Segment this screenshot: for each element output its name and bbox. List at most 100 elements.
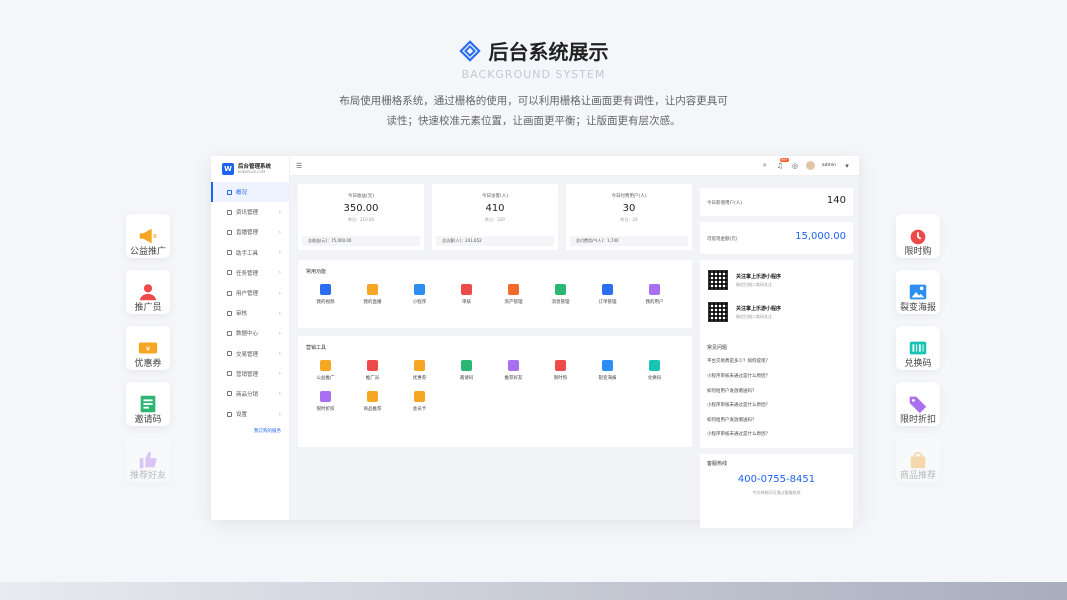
menu-toggle-icon[interactable]: ☰ (296, 162, 302, 170)
function-label: 小程序 (412, 300, 427, 305)
function-label: 我的视频 (316, 300, 335, 305)
faq-item[interactable]: 如何给用户发放赠送码？ (707, 388, 757, 394)
hero-title: 后台系统展示 (458, 36, 609, 65)
qr-title: 关注掌上乐游小程序 (736, 306, 782, 312)
sidebar-item[interactable]: 概况 (211, 182, 289, 203)
withdraw-value: 15,000.00 (795, 231, 846, 242)
faq-item[interactable]: 小程序审核未通过是什么原因？ (707, 373, 770, 379)
function-icon (649, 360, 660, 371)
brand: W 后台管理系统 KUKSPLUS.COM (211, 156, 289, 182)
sidebar-item-label: 设置 (236, 412, 248, 419)
function-icon (320, 391, 331, 402)
side-card-label: 兑换码 (904, 359, 932, 369)
sidebar-item-label: 助手工具 (236, 250, 259, 257)
faq-item[interactable]: 如何给用户发放赠送码？ (707, 417, 757, 423)
function-item[interactable]: 公益推广 (302, 360, 349, 391)
chevron-right-icon: › (278, 309, 281, 317)
side-card-label: 限时购 (904, 247, 932, 257)
function-label: 资产管理 (504, 300, 523, 305)
function-item[interactable]: 会员卡 (396, 391, 443, 422)
function-item[interactable]: 我的直播 (349, 284, 396, 315)
function-label: 我的直播 (363, 300, 382, 305)
common-functions-grid: 我的视频 我的直播 小程序 审核 资产管理 消息管理 订单管理 我的用户 (302, 284, 702, 315)
sidebar-item[interactable]: 助手工具 › (211, 243, 289, 263)
function-item[interactable]: 推荐好友 (490, 360, 537, 391)
sidebar-item[interactable]: 设置 › (211, 404, 289, 424)
section-title: 营销工具 (306, 345, 327, 351)
hero-desc-line: 布局使用栅格系统，通过栅格的使用，可以利用栅格让画面更有调性，让内容更具可 (339, 94, 728, 107)
function-label: 裂变海报 (598, 376, 617, 381)
nav-icon (227, 310, 232, 316)
chevron-right-icon: › (278, 249, 281, 257)
function-label: 我的用户 (645, 300, 664, 305)
function-icon (414, 284, 425, 295)
sidebar-item[interactable]: 直播管理 › (211, 222, 289, 242)
sidebar-item[interactable]: 营销管理 › (211, 364, 289, 384)
function-item[interactable]: 消息管理 (537, 284, 584, 315)
function-label: 审核 (462, 300, 471, 305)
function-item[interactable]: 小程序 (396, 284, 443, 315)
nav-icon (227, 351, 232, 357)
function-item[interactable]: 裂变海报 (584, 360, 631, 391)
hotline-number: 400-0755-8451 (737, 474, 816, 485)
sidebar-item[interactable]: 任务管理 › (211, 263, 289, 283)
nav-icon (227, 330, 232, 336)
sidebar-item[interactable]: 资讯管理 › (211, 202, 289, 222)
topbar: ☰ ⌕ ♫ 99+ ◎ admin ▾ (290, 156, 859, 176)
chevron-right-icon: › (278, 208, 281, 216)
logo-diamond-icon (458, 39, 481, 62)
sidebar-item[interactable]: 数据中心 › (211, 323, 289, 343)
function-icon (367, 284, 378, 295)
sidebar-item[interactable]: 审核 › (211, 303, 289, 323)
notification-badge: 99+ (779, 157, 790, 162)
function-item[interactable]: 我的视频 (302, 284, 349, 315)
section-title: 常用功能 (306, 269, 327, 275)
function-icon (508, 284, 519, 295)
function-label: 商品推荐 (363, 407, 382, 412)
faq-item[interactable]: 小程序审核未通过是什么原因？ (707, 431, 770, 437)
sidebar-item[interactable]: 商品分销 › (211, 384, 289, 404)
chevron-right-icon: › (278, 410, 281, 418)
stat-yesterday: 昨日：24 (620, 217, 638, 222)
sidebar-item-label: 概况 (236, 190, 248, 197)
side-card-label: 公益推广 (129, 247, 166, 257)
nav-icon (227, 209, 232, 215)
function-item[interactable]: 优惠券 (396, 360, 443, 391)
stat-total: 总付费用户(人)：1,740 (570, 236, 688, 246)
side-card-label: 商品推荐 (899, 471, 936, 481)
bell-icon[interactable]: ♫ 99+ (776, 157, 790, 170)
function-item[interactable]: 限时折扣 (302, 391, 349, 422)
sidebar-item-label: 直播管理 (236, 230, 259, 237)
faq-item[interactable]: 平台交易费是多少？如何提现？ (707, 358, 770, 364)
nav-icon (227, 290, 232, 296)
function-item[interactable]: 资产管理 (490, 284, 537, 315)
function-item[interactable]: 订单管理 (584, 284, 631, 315)
function-icon (367, 391, 378, 402)
function-item[interactable]: 邀请码 (443, 360, 490, 391)
function-item[interactable]: 兑换码 (631, 360, 678, 391)
function-item[interactable]: 推广员 (349, 360, 396, 391)
my-services-link[interactable]: 我订购的服务 (211, 428, 289, 434)
function-item[interactable]: 限时购 (537, 360, 584, 391)
svg-text:¥: ¥ (146, 344, 151, 353)
stat-value: 410 (485, 203, 505, 214)
stat-value: 30 (622, 203, 636, 214)
function-item[interactable]: 我的用户 (631, 284, 678, 315)
avatar[interactable] (805, 161, 815, 170)
function-item[interactable]: 审核 (443, 284, 490, 315)
sidebar-item[interactable]: 用户管理 › (211, 283, 289, 303)
help-icon[interactable]: ◎ (791, 162, 799, 170)
function-item[interactable]: 商品推荐 (349, 391, 396, 422)
sidebar-item[interactable]: 交易管理 › (211, 344, 289, 364)
function-icon (602, 284, 613, 295)
chevron-right-icon: › (278, 350, 281, 358)
function-icon (367, 360, 378, 371)
admin-name[interactable]: admin (822, 163, 836, 168)
function-icon (555, 284, 566, 295)
faq-item[interactable]: 小程序审核未通过是什么原因？ (707, 402, 770, 408)
chevron-down-icon[interactable]: ▾ (843, 162, 851, 170)
stat-label: 今日收益(元) (347, 194, 374, 199)
search-icon[interactable]: ⌕ (761, 161, 769, 170)
brand-sub: KUKSPLUS.COM (238, 170, 266, 174)
withdraw-label: 可提现金额(元) (707, 237, 738, 242)
